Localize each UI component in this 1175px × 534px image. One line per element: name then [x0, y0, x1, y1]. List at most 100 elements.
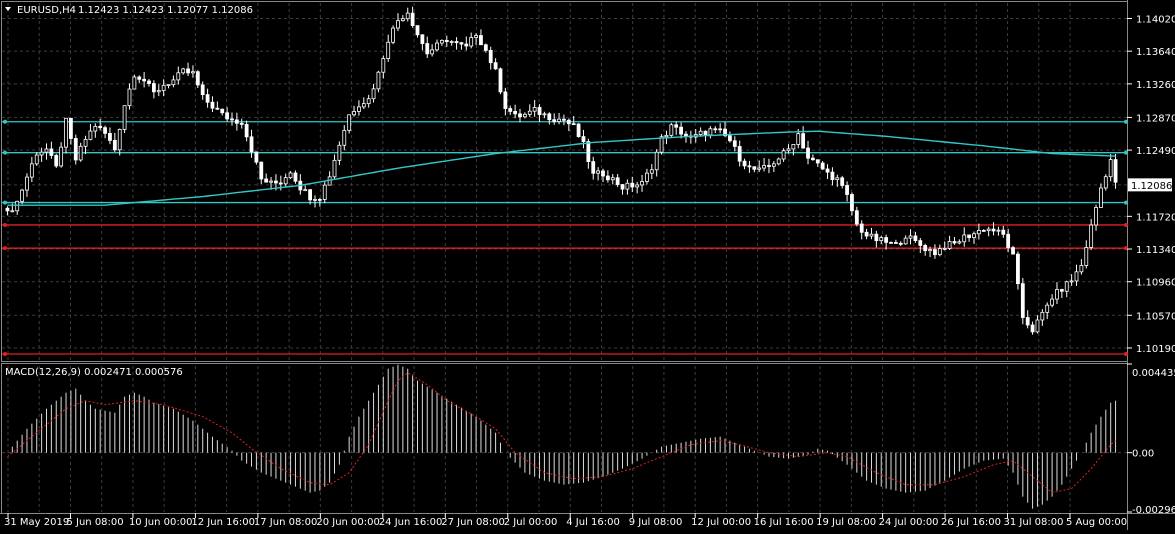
time-tick-label: 24 Jun 16:00 [379, 517, 443, 528]
candle-body [796, 133, 801, 145]
candle-body [986, 228, 991, 232]
candle-body [859, 223, 864, 233]
macd-tick-label: 0.00 [1132, 449, 1154, 460]
candle-body [991, 228, 996, 232]
candle-body [488, 49, 493, 64]
candle-body [405, 12, 410, 20]
time-tick-label: 2 Jul 00:00 [504, 517, 558, 528]
candle-body [1084, 247, 1089, 266]
candle-body [850, 194, 854, 212]
candle-body [1079, 265, 1084, 273]
price-tick-label: 1.14020 [1136, 14, 1175, 25]
candle-body [537, 107, 542, 116]
candle-body [317, 198, 322, 201]
candle-body [15, 200, 20, 212]
candle-body [1059, 289, 1064, 292]
time-tick-label: 31 Jul 08:00 [1004, 517, 1064, 528]
time-tick-label: 9 Jul 08:00 [629, 517, 683, 528]
candle-body [542, 113, 547, 116]
candle-body [884, 237, 889, 243]
candle-body [957, 241, 962, 244]
time-tick-label: 31 May 2019 [4, 517, 69, 528]
candle-body [713, 128, 718, 131]
candle-body [649, 169, 654, 174]
price-tick-label: 1.12870 [1136, 113, 1175, 124]
candle-body [820, 162, 825, 170]
macd-label: MACD(12,26,9) 0.002471 0.000576 [5, 367, 183, 378]
candle-body [1035, 319, 1040, 333]
candle-body [801, 133, 806, 149]
candle-body [264, 178, 269, 183]
candle-body [1011, 247, 1015, 255]
candle-body [435, 42, 439, 51]
candle-body [479, 35, 483, 46]
candle-body [137, 76, 142, 80]
candle-body [64, 117, 68, 148]
time-tick-label: 19 Jul 08:00 [816, 517, 876, 528]
candle-body [347, 114, 352, 131]
candle-body [34, 154, 39, 165]
candle-body [1040, 311, 1045, 321]
level-handle-right [1124, 222, 1128, 227]
candle-body [171, 79, 176, 86]
candle-body [269, 180, 273, 183]
candle-body [83, 138, 88, 147]
candle-body [464, 43, 469, 47]
candle-body [376, 71, 381, 90]
candle-body [771, 163, 776, 167]
level-handle-right [1124, 200, 1128, 205]
candle-body [962, 234, 967, 243]
time-tick-label: 17 Jun 08:00 [254, 517, 318, 528]
candle-body [493, 62, 498, 70]
candle-body [430, 49, 435, 55]
candle-body [879, 237, 884, 242]
candle-body [1025, 317, 1030, 326]
candle-body [674, 124, 679, 128]
candle-body [522, 113, 527, 118]
candle-body [742, 160, 747, 167]
candle-body [244, 123, 249, 138]
candle-body [898, 242, 903, 245]
candle-body [732, 140, 737, 147]
candle-body [811, 157, 815, 161]
candle-body [1016, 253, 1020, 285]
candle-body [220, 108, 225, 114]
candle-body [127, 88, 132, 107]
candle-body [54, 155, 59, 167]
chart-canvas[interactable]: 1.14020 1.13640 1.13260 1.12870 1.12490 1.117… [0, 0, 1175, 530]
candle-body [586, 141, 591, 162]
candle-body [103, 127, 107, 134]
candle-body [1103, 176, 1108, 189]
macd-tick-label: -0.002968 [1132, 505, 1175, 516]
candle-body [947, 241, 952, 249]
chart-window[interactable]: 1.14020 1.13640 1.13260 1.12870 1.12490 1.117… [0, 0, 1175, 530]
time-tick-label: 27 Jun 08:00 [441, 517, 505, 528]
candle-body [425, 43, 430, 55]
candle-body [518, 113, 522, 118]
time-tick-label: 5 Aug 00:00 [1066, 517, 1127, 528]
candle-body [708, 128, 713, 136]
price-tick-label: 1.10190 [1136, 344, 1175, 355]
candle-body [156, 90, 161, 93]
candle-body [981, 229, 986, 232]
candle-body [508, 108, 513, 112]
level-handle-left [3, 351, 7, 356]
candle-body [391, 27, 395, 43]
candle-body [78, 145, 83, 161]
candle-body [186, 68, 190, 74]
candle-body [303, 189, 308, 192]
current-price-label: 1.12086 [1131, 181, 1172, 192]
candle-body [415, 25, 420, 36]
candle-body [122, 105, 127, 130]
candle-body [337, 144, 342, 161]
candle-body [830, 171, 835, 181]
candle-body [786, 148, 791, 152]
candle-body [996, 229, 1001, 232]
candle-body [610, 177, 615, 181]
candle-body [420, 34, 425, 44]
candle-body [313, 198, 317, 201]
candle-body [933, 249, 937, 256]
level-handle-left [3, 222, 7, 227]
level-handle-left [3, 150, 7, 155]
candle-body [469, 37, 474, 47]
